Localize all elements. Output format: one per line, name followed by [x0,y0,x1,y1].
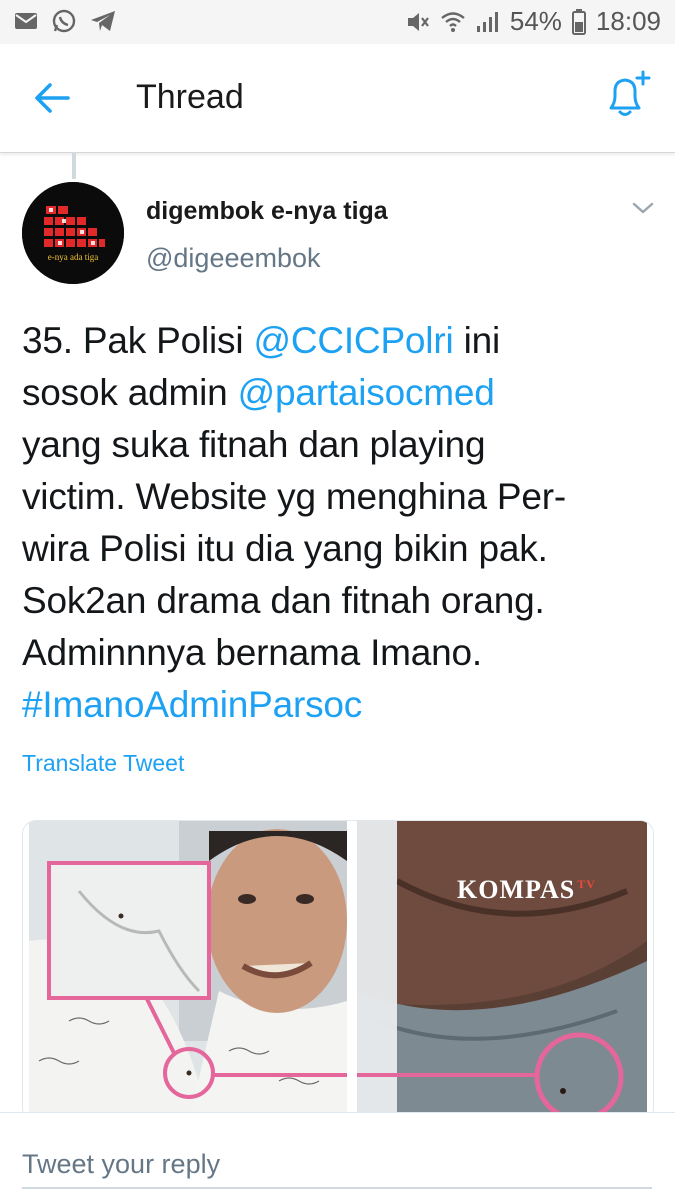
tweet-line: wira Polisi itu dia yang bikin pak. [22,528,548,569]
tweet-line: Adminnnya bernama Imano. [22,632,483,673]
battery-icon [571,8,586,35]
reply-input[interactable] [22,1141,652,1189]
author-handle[interactable]: @digeeembok [146,243,321,274]
hashtag-imanoadminparsoc[interactable]: #ImanoAdminParsoc [22,679,662,731]
tweet-media[interactable]: KOMPAS TV [22,820,654,1122]
avatar[interactable]: e-nya ada tiga [22,182,124,284]
chevron-down-icon [632,202,654,214]
watermark-text: KOMPAS [457,875,576,904]
mail-icon [14,11,38,31]
translate-tweet-link[interactable]: Translate Tweet [22,750,184,777]
author-name[interactable]: digembok e-nya tiga [146,197,388,226]
status-bar: 54% 18:09 [0,0,675,44]
tweet-text-segment: 35. Pak Polisi [22,320,254,361]
tweet-text-segment: sosok admin [22,372,238,413]
tweet-line: victim. Website yg menghina Per- [22,476,567,517]
kompastv-watermark: KOMPAS TV [457,875,596,905]
arrow-left-icon [35,83,70,113]
reply-bar [0,1112,675,1201]
mention-ccicpolri[interactable]: @CCICPolri [253,320,453,361]
tweet-line: Sok2an drama dan fitnah orang. [22,580,545,621]
thread-connector [72,153,76,179]
page-title: Thread [136,78,244,116]
media-photo-right[interactable]: KOMPAS TV [357,821,647,1121]
portrait-photo-image [29,821,347,1121]
battery-percent: 54% [509,6,562,36]
neck-closeup-image [357,821,647,1121]
system-indicators: 54% 18:09 [406,6,661,37]
whatsapp-icon [52,9,76,33]
svg-text:e-nya ada tiga: e-nya ada tiga [48,252,98,262]
tweet-menu-button[interactable] [628,196,658,220]
signal-icon [476,11,500,33]
clock: 18:09 [595,6,661,36]
wifi-icon [440,10,466,34]
tweet-text-segment: ini [453,320,501,361]
bell-plus-icon [609,70,651,116]
notifications-button[interactable] [601,70,653,122]
tweet-text: 35. Pak Polisi @CCICPolri ini sosok admi… [22,315,662,731]
notification-icons [14,9,116,33]
back-button[interactable] [30,76,74,120]
tweet-line: 35. Pak Polisi @CCICPolri ini [22,315,662,367]
mention-partaisocmed[interactable]: @partaisocmed [238,372,495,413]
media-photo-left[interactable] [29,821,347,1121]
tweet-line: yang suka fitnah dan playing [22,424,486,465]
watermark-sup: TV [577,877,596,892]
tweet-line: sosok admin @partaisocmed [22,367,662,419]
mute-icon [406,11,430,33]
app-bar: Thread [0,44,675,153]
telegram-icon [90,10,116,32]
avatar-logo-icon: e-nya ada tiga [22,182,124,284]
